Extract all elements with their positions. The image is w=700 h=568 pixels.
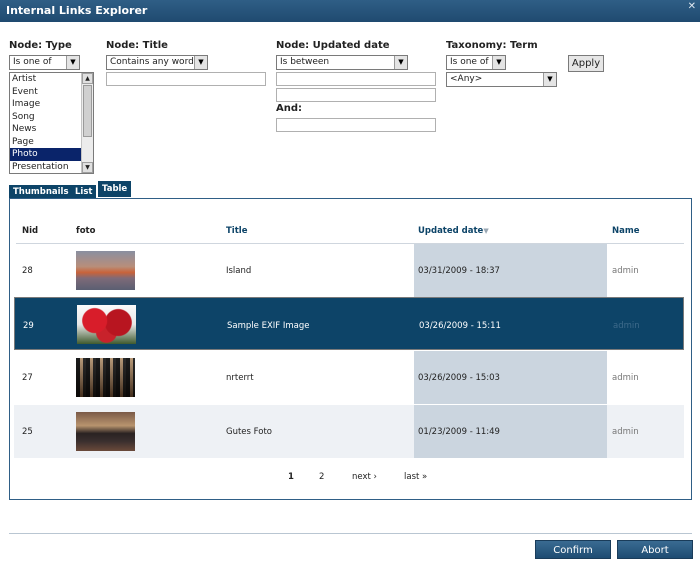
taxonomy-operator-select[interactable]: Is one of ▼ [446, 55, 506, 70]
row-title[interactable]: Island [226, 266, 251, 276]
footer-divider [9, 533, 692, 534]
type-operator-value: Is one of [13, 57, 52, 67]
type-option-photo[interactable]: Photo [10, 148, 82, 161]
row-thumbnail[interactable] [77, 305, 136, 344]
row-title[interactable]: Gutes Foto [226, 427, 272, 437]
type-option-artist[interactable]: Artist [10, 73, 82, 86]
taxonomy-filter-label: Taxonomy: Term [446, 40, 538, 51]
chevron-down-icon: ▼ [543, 73, 556, 86]
row-title[interactable]: Sample EXIF Image [227, 320, 310, 333]
column-header-updated[interactable]: Updated date▼ [418, 226, 489, 236]
row-thumbnail[interactable] [76, 358, 135, 397]
close-icon[interactable]: ✕ [688, 1, 696, 12]
row-updated: 01/23/2009 - 11:49 [418, 427, 500, 437]
updated-min-input[interactable] [276, 72, 436, 86]
column-header-nid: Nid [22, 226, 39, 236]
title-filter-input[interactable] [106, 72, 266, 86]
type-option-presentation[interactable]: Presentation [10, 161, 82, 174]
type-option-song[interactable]: Song [10, 111, 82, 124]
type-filter-label: Node: Type [9, 40, 72, 51]
taxonomy-term-select[interactable]: <Any> ▼ [446, 72, 557, 87]
row-title[interactable]: nrterrt [226, 373, 254, 383]
pager-current: 1 [288, 472, 294, 482]
type-options-listbox[interactable]: Artist Event Image Song News Page Photo … [9, 72, 94, 174]
updated-operator-select[interactable]: Is between ▼ [276, 55, 408, 70]
row-updated: 03/26/2009 - 15:03 [418, 373, 500, 383]
row-name[interactable]: admin [613, 320, 640, 333]
window-title: Internal Links Explorer [6, 4, 148, 17]
row-nid: 25 [22, 427, 33, 437]
row-thumbnail[interactable] [76, 412, 135, 451]
row-updated: 03/31/2009 - 18:37 [418, 266, 500, 276]
table-row[interactable]: 25 Gutes Foto 01/23/2009 - 11:49 admin [14, 405, 684, 458]
abort-button[interactable]: Abort [617, 540, 693, 559]
column-header-foto: foto [76, 226, 96, 236]
type-option-page[interactable]: Page [10, 136, 82, 149]
pager-last[interactable]: last » [404, 472, 427, 482]
row-name[interactable]: admin [612, 427, 639, 437]
type-option-image[interactable]: Image [10, 98, 82, 111]
pager-page-2[interactable]: 2 [319, 472, 324, 482]
chevron-down-icon: ▼ [66, 56, 79, 69]
window-titlebar: Internal Links Explorer ✕ [0, 0, 700, 22]
row-updated: 03/26/2009 - 15:11 [419, 321, 501, 331]
title-filter-label: Node: Title [106, 40, 168, 51]
updated-and-label: And: [276, 103, 303, 114]
row-thumbnail[interactable] [76, 251, 135, 290]
column-header-name[interactable]: Name [612, 226, 639, 236]
tab-table[interactable]: Table [98, 181, 132, 197]
row-nid: 29 [23, 321, 34, 331]
confirm-button[interactable]: Confirm [535, 540, 611, 559]
type-option-event[interactable]: Event [10, 86, 82, 99]
taxonomy-operator-value: Is one of [450, 57, 489, 67]
row-name[interactable]: admin [612, 266, 639, 276]
taxonomy-term-value: <Any> [450, 74, 483, 84]
column-header-updated-label: Updated date [418, 226, 484, 236]
table-row-selected[interactable]: 29 Sample EXIF Image 03/26/2009 - 15:11 … [14, 297, 684, 350]
scroll-down-icon[interactable]: ▼ [82, 162, 93, 173]
scrollbar-thumb[interactable] [83, 85, 92, 137]
tab-thumbnails[interactable]: Thumbnails [9, 185, 73, 199]
column-header-title[interactable]: Title [226, 226, 247, 236]
listbox-scrollbar[interactable]: ▲ ▼ [81, 73, 93, 173]
tab-list[interactable]: List [71, 185, 97, 199]
type-option-news[interactable]: News [10, 123, 82, 136]
pager-next[interactable]: next › [352, 472, 377, 482]
chevron-down-icon: ▼ [394, 56, 407, 69]
updated-operator-value: Is between [280, 57, 330, 67]
row-name[interactable]: admin [612, 373, 639, 383]
table-row[interactable]: 27 nrterrt 03/26/2009 - 15:03 admin [14, 351, 684, 404]
scroll-up-icon[interactable]: ▲ [82, 73, 93, 84]
table-row[interactable]: 28 Island 03/31/2009 - 18:37 admin [14, 244, 684, 297]
row-nid: 27 [22, 373, 33, 383]
updated-max-input[interactable] [276, 88, 436, 102]
updated-filter-label: Node: Updated date [276, 40, 390, 51]
apply-button[interactable]: Apply [568, 55, 604, 72]
sort-desc-icon: ▼ [483, 227, 489, 235]
title-operator-select[interactable]: Contains any word ▼ [106, 55, 208, 70]
title-operator-value: Contains any word [110, 57, 194, 67]
chevron-down-icon: ▼ [194, 56, 207, 69]
chevron-down-icon: ▼ [492, 56, 505, 69]
updated-and-input[interactable] [276, 118, 436, 132]
type-operator-select[interactable]: Is one of ▼ [9, 55, 80, 70]
row-nid: 28 [22, 266, 33, 276]
